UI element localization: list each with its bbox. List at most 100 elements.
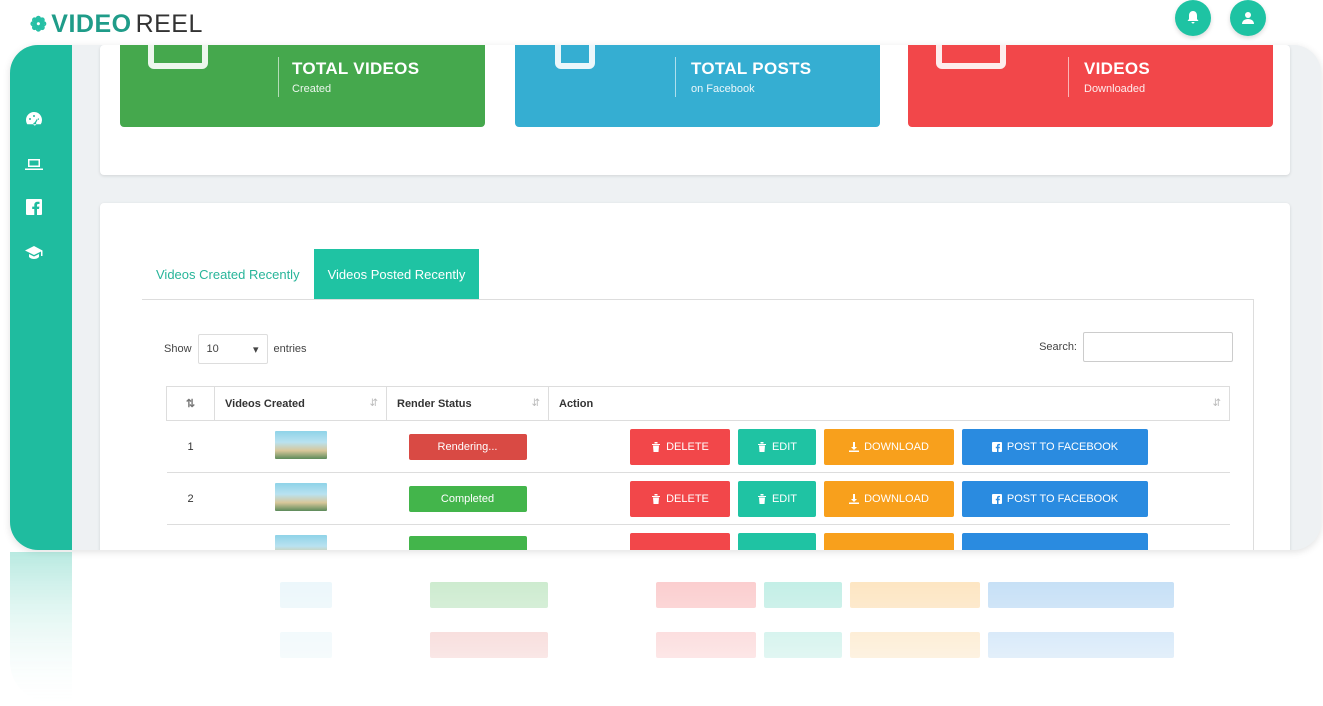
stat-card-total-videos[interactable]: TOTAL VIDEOS Created xyxy=(120,45,485,127)
download-icon xyxy=(849,493,860,504)
facebook-icon[interactable] xyxy=(22,195,46,219)
main-content: TOTAL VIDEOS Created TOTAL POSTS on Face… xyxy=(72,45,1321,550)
facebook-square-icon xyxy=(991,441,1002,452)
sort-number-icon: ⇅ xyxy=(185,398,196,410)
reflection xyxy=(10,552,1321,702)
delete-button[interactable]: DELETE xyxy=(630,480,730,517)
edit-button[interactable] xyxy=(738,532,816,550)
app-frame: TOTAL VIDEOS Created TOTAL POSTS on Face… xyxy=(10,45,1321,550)
video-thumbnail-cell xyxy=(214,524,387,550)
page: ❁ VIDEO REEL TOTAL VIDEOS Created TOTAL … xyxy=(0,0,1323,706)
column-header-action[interactable]: Action ⇵ xyxy=(548,386,1230,421)
delete-button[interactable] xyxy=(630,532,730,550)
dashboard-icon[interactable] xyxy=(22,107,46,131)
edit-button[interactable]: EDIT xyxy=(738,428,816,465)
tab-videos-created[interactable]: Videos Created Recently xyxy=(142,249,314,299)
entries-value: 10 xyxy=(206,343,219,355)
show-entries: Show 10 ▾ entries xyxy=(164,334,307,364)
stat-title: TOTAL VIDEOS xyxy=(292,59,420,78)
trash-icon xyxy=(652,493,661,504)
entries-select[interactable]: 10 ▾ xyxy=(197,334,268,364)
stats-panel: TOTAL VIDEOS Created TOTAL POSTS on Face… xyxy=(100,45,1290,175)
stat-card-videos-downloaded[interactable]: VIDEOS Downloaded xyxy=(908,45,1273,127)
brand-logo[interactable]: ❁ VIDEO REEL xyxy=(30,10,203,39)
logo-text-prefix: VIDEO xyxy=(51,10,132,38)
delete-label: DELETE xyxy=(666,492,709,505)
laptop-icon[interactable] xyxy=(22,153,46,177)
stat-subtitle: Created xyxy=(292,83,332,95)
logo-mark-icon: ❁ xyxy=(30,14,48,36)
edit-button[interactable]: EDIT xyxy=(738,480,816,517)
column-header-label: Render Status xyxy=(397,397,472,410)
user-icon xyxy=(1242,12,1254,24)
download-button[interactable] xyxy=(824,532,954,550)
actions-cell xyxy=(548,524,1230,550)
reflection-fade xyxy=(10,552,1321,702)
actions-cell: DELETE EDIT DOWNLOAD POST TO FACEBOOK xyxy=(548,472,1230,525)
post-label: POST TO FACEBOOK xyxy=(1006,440,1119,453)
notifications-button[interactable] xyxy=(1175,0,1211,36)
table-header-row: ⇅ Videos Created ⇵ Render Status ⇵ Action ⇵ xyxy=(166,386,1230,421)
stat-subtitle: Downloaded xyxy=(1084,83,1146,95)
bell-icon xyxy=(1187,11,1199,24)
table-row: 1 Rendering... DELETE EDIT DOWNLOAD POST… xyxy=(166,420,1230,473)
user-menu-button[interactable] xyxy=(1230,0,1266,36)
status-badge xyxy=(408,536,527,550)
entries-label: entries xyxy=(273,343,307,355)
column-header-label: Videos Created xyxy=(225,397,305,410)
chevron-down-icon: ▾ xyxy=(253,343,259,356)
download-label: DOWNLOAD xyxy=(864,492,929,505)
stat-card-total-posts[interactable]: TOTAL POSTS on Facebook xyxy=(515,45,880,127)
sidebar xyxy=(10,45,72,550)
delete-button[interactable]: DELETE xyxy=(630,428,730,465)
render-status-cell xyxy=(386,524,549,550)
status-badge: Completed xyxy=(408,485,527,512)
render-status-cell: Rendering... xyxy=(386,420,549,473)
video-camera-icon xyxy=(148,45,208,69)
search-label: Search: xyxy=(1039,341,1077,353)
graduation-cap-icon[interactable] xyxy=(22,241,46,265)
recent-videos-panel: Videos Created Recently Videos Posted Re… xyxy=(100,203,1290,550)
download-button[interactable]: DOWNLOAD xyxy=(824,428,954,465)
column-header-label: Action xyxy=(559,397,594,410)
sort-icon: ⇵ xyxy=(369,398,378,409)
download-button[interactable]: DOWNLOAD xyxy=(824,480,954,517)
stat-title: VIDEOS xyxy=(1084,59,1151,78)
trash-icon xyxy=(652,441,661,452)
download-icon xyxy=(849,441,860,452)
edit-label: EDIT xyxy=(771,492,798,505)
table-row: 2 Completed DELETE EDIT DOWNLOAD POST TO… xyxy=(166,472,1230,525)
search-input[interactable] xyxy=(1083,332,1233,362)
sort-icon: ⇵ xyxy=(1212,398,1221,409)
tab-bar: Videos Created Recently Videos Posted Re… xyxy=(142,249,480,301)
column-header-render-status[interactable]: Render Status ⇵ xyxy=(386,386,549,421)
video-thumbnail[interactable] xyxy=(274,483,327,511)
post-to-facebook-button[interactable] xyxy=(962,532,1148,550)
facebook-square-icon xyxy=(991,493,1002,504)
video-thumbnail-cell xyxy=(214,420,387,473)
stat-title: TOTAL POSTS xyxy=(691,59,812,78)
post-to-facebook-button[interactable]: POST TO FACEBOOK xyxy=(962,480,1148,517)
video-thumbnail-cell xyxy=(214,472,387,525)
column-header-index[interactable]: ⇅ xyxy=(166,386,215,421)
video-thumbnail[interactable] xyxy=(274,431,327,459)
show-label: Show xyxy=(164,343,192,355)
tab-videos-posted[interactable]: Videos Posted Recently xyxy=(313,249,480,299)
column-header-videos-created[interactable]: Videos Created ⇵ xyxy=(214,386,387,421)
edit-icon xyxy=(757,493,766,504)
row-number: 1 xyxy=(166,420,215,473)
stat-subtitle: on Facebook xyxy=(691,83,755,95)
status-badge: Rendering... xyxy=(408,433,527,460)
sort-icon: ⇵ xyxy=(531,398,540,409)
row-number xyxy=(166,524,215,550)
table-row xyxy=(166,524,1230,550)
edit-label: EDIT xyxy=(771,440,798,453)
actions-cell: DELETE EDIT DOWNLOAD POST TO FACEBOOK xyxy=(548,420,1230,473)
tab-pane: Show 10 ▾ entries Search: ⇅ Videos Creat… xyxy=(142,299,1254,550)
render-status-cell: Completed xyxy=(386,472,549,525)
row-number: 2 xyxy=(166,472,215,525)
delete-label: DELETE xyxy=(666,440,709,453)
video-thumbnail[interactable] xyxy=(274,535,327,550)
post-to-facebook-button[interactable]: POST TO FACEBOOK xyxy=(962,428,1148,465)
videos-table: ⇅ Videos Created ⇵ Render Status ⇵ Action ⇵… xyxy=(166,386,1230,550)
